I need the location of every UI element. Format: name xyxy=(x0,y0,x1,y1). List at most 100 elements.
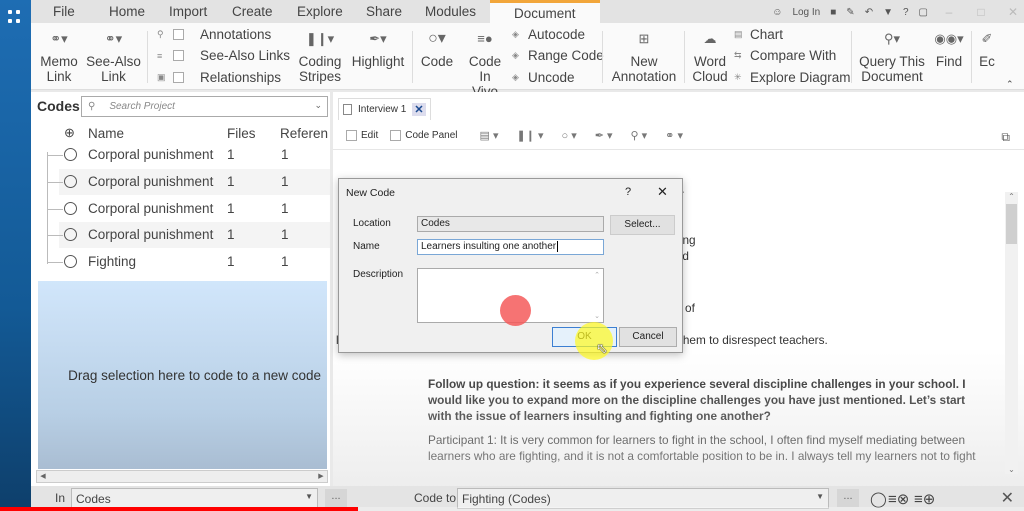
scroll-thumb[interactable] xyxy=(1006,204,1017,244)
code-row[interactable]: Fighting 1 1 xyxy=(59,249,330,275)
code-in-vivo-button[interactable]: ≡●Code In Vivo xyxy=(465,23,505,99)
search-project-input[interactable]: ⚲ Search Project ⌄ xyxy=(81,96,328,117)
column-references[interactable]: Referen xyxy=(280,126,330,141)
chart-button[interactable]: ▤ Chart xyxy=(734,27,783,42)
dialog-help-button[interactable]: ? xyxy=(625,186,631,198)
stripes-icon: ❚❙▾ xyxy=(305,31,335,46)
column-name[interactable]: Name xyxy=(88,126,124,141)
code-row[interactable]: Corporal punishment 1 1 xyxy=(59,142,330,168)
code-to-select[interactable]: Fighting (Codes) ▼ xyxy=(457,488,829,509)
relationships-checkbox[interactable] xyxy=(173,72,184,83)
relationships-toggle[interactable]: ▣ Relationships xyxy=(157,70,281,85)
code-circle-icon: ○▾ xyxy=(428,30,446,47)
document-tab[interactable]: Interview 1 ✕ xyxy=(338,98,431,120)
comment-icon[interactable]: ▢ xyxy=(919,7,928,18)
in-location-select[interactable]: Codes ▼ xyxy=(71,488,318,509)
compare-with-button[interactable]: ⇆ Compare With xyxy=(734,48,836,63)
app-grid-icon[interactable] xyxy=(8,10,22,24)
see-also-links-checkbox[interactable] xyxy=(173,50,184,61)
range-code-button[interactable]: ◈ Range Code xyxy=(512,48,604,63)
annotations-toggle[interactable]: ⚲ Annotations xyxy=(157,27,271,42)
code-row[interactable]: Corporal punishment 1 1 xyxy=(59,222,330,248)
stripes-icon[interactable]: ❚❙ ▾ xyxy=(516,129,543,142)
tab-document[interactable]: Document xyxy=(490,0,600,24)
uncode-button[interactable]: ◈ Uncode xyxy=(512,70,575,85)
code-row[interactable]: Corporal punishment 1 1 xyxy=(59,169,330,195)
highlight-button[interactable]: ✒▾ Highlight xyxy=(349,23,407,69)
code-row[interactable]: Corporal punishment 1 1 xyxy=(59,196,330,222)
explore-diagram-button[interactable]: ✳ Explore Diagram xyxy=(734,70,851,85)
tab-file[interactable]: File xyxy=(53,4,75,19)
add-code-icon[interactable]: ⊕ xyxy=(64,125,75,141)
float-window-icon[interactable]: ⧉ xyxy=(1001,130,1010,145)
list-icon: ≡ xyxy=(157,50,163,61)
undo-icon[interactable]: ↶ xyxy=(865,7,873,18)
edit-icon[interactable]: ✎ xyxy=(846,7,854,18)
code-circle-icon[interactable]: ◯ xyxy=(870,490,887,508)
column-files[interactable]: Files xyxy=(227,126,256,141)
chevron-down-icon[interactable]: ⌄ xyxy=(314,100,322,111)
save-icon[interactable]: ■ xyxy=(830,7,836,18)
dialog-close-button[interactable]: ✕ xyxy=(657,184,668,200)
login-link[interactable]: Log In xyxy=(792,7,820,18)
tab-home[interactable]: Home xyxy=(109,4,145,19)
codes-horizontal-scrollbar[interactable]: ◀ ▶ xyxy=(36,470,328,483)
document-content-lower[interactable]: Follow up question: it seems as if you e… xyxy=(428,376,988,464)
scroll-right-icon[interactable]: ▶ xyxy=(315,471,327,483)
close-tab-icon[interactable]: ✕ xyxy=(412,103,426,116)
see-also-links-toggle[interactable]: ≡ See-Also Links xyxy=(157,48,290,63)
collapse-ribbon-icon[interactable]: ⌃ xyxy=(1006,77,1014,92)
user-icon: ☺ xyxy=(772,6,783,18)
see-also-link-button[interactable]: ⚭▾ See-Also Link xyxy=(86,23,141,84)
tab-share[interactable]: Share xyxy=(366,4,402,19)
select-location-button[interactable]: Select... xyxy=(610,215,675,235)
word-cloud-button[interactable]: ☁ Word Cloud xyxy=(691,23,729,84)
scroll-left-icon[interactable]: ◀ xyxy=(37,471,49,483)
code-panel-toggle[interactable]: Code Panel xyxy=(390,130,458,141)
pin-icon[interactable]: ▼ xyxy=(883,7,893,18)
new-code-dialog: New Code ? ✕ Location Codes Select... Na… xyxy=(338,178,683,353)
browse-code-to-button[interactable]: ... xyxy=(837,489,859,507)
close-window-button[interactable]: ✕ xyxy=(1002,5,1024,19)
browse-in-button[interactable]: ... xyxy=(325,489,347,507)
zoom-icon[interactable]: ⚲ ▾ xyxy=(631,129,648,142)
cancel-button[interactable]: Cancel xyxy=(619,327,677,347)
edit-toggle[interactable]: Edit xyxy=(346,130,378,141)
code-in-vivo-icon[interactable]: ≡⊕ xyxy=(914,490,935,508)
new-annotation-button[interactable]: ⊞ New Annotation xyxy=(609,23,679,84)
minimize-button[interactable]: – xyxy=(938,5,960,19)
scroll-up-icon[interactable]: ⌃ xyxy=(1005,192,1018,201)
uncode-icon[interactable]: ≡⊗ xyxy=(888,490,909,508)
tab-modules[interactable]: Modules xyxy=(425,4,476,19)
tab-create[interactable]: Create xyxy=(232,4,273,19)
find-button[interactable]: ◉◉▾ Find xyxy=(933,23,965,69)
new-code-drop-zone[interactable]: Drag selection here to code to a new cod… xyxy=(38,281,327,469)
code-panel-checkbox[interactable] xyxy=(390,130,402,141)
help-button[interactable]: ? xyxy=(903,7,909,18)
code-button[interactable]: ○▾ Code xyxy=(419,23,455,70)
mouse-pointer-icon: ⬁ xyxy=(596,340,608,356)
annotation-icon[interactable]: ▤ ▾ xyxy=(480,129,499,142)
coding-stripes-button[interactable]: ❚❙▾ Coding Stripes xyxy=(296,23,344,84)
autocode-button[interactable]: ◈ Autocode xyxy=(512,27,585,42)
link-icon[interactable]: ⚭ ▾ xyxy=(665,129,683,142)
name-label: Name xyxy=(353,241,380,252)
tab-explore[interactable]: Explore xyxy=(297,4,343,19)
memo-link-button[interactable]: ⚭▾ Memo Link xyxy=(37,23,81,84)
query-this-document-button[interactable]: ⚲▾ Query This Document xyxy=(857,23,927,84)
search-icon: ⚲ xyxy=(157,29,164,39)
name-input[interactable]: Learners insulting one another xyxy=(417,239,604,255)
maximize-button[interactable]: □ xyxy=(970,5,992,19)
scroll-down-icon[interactable]: ⌄ xyxy=(1005,465,1018,474)
tab-import[interactable]: Import xyxy=(169,4,207,19)
edit-button[interactable]: ✐ Ec xyxy=(977,23,997,69)
close-coding-bar-icon[interactable]: ✕ xyxy=(1001,488,1014,508)
highlighter-icon[interactable]: ✒ ▾ xyxy=(595,129,613,142)
document-vertical-scrollbar[interactable]: ⌃ ⌄ xyxy=(1005,192,1018,474)
edit-checkbox[interactable] xyxy=(346,130,357,141)
annotations-checkbox[interactable] xyxy=(173,29,184,40)
scroll-up-icon[interactable]: ⌃ xyxy=(594,271,600,279)
video-progress-bar[interactable] xyxy=(0,507,1024,511)
code-circle-icon[interactable]: ○ ▾ xyxy=(562,129,577,142)
scroll-down-icon[interactable]: ⌄ xyxy=(594,312,600,320)
